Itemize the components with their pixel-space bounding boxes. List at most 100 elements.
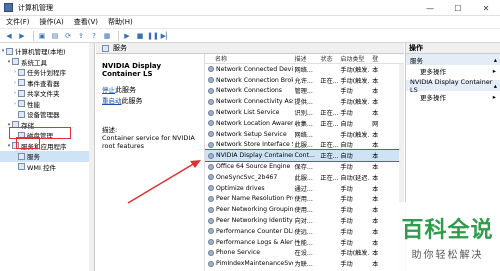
refresh-icon[interactable]: ⟳ — [63, 31, 73, 41]
actions-section-nvidia[interactable]: NVIDIA Display Container LS ▴ — [406, 78, 500, 94]
service-startup-type-cell: 手动 — [340, 207, 353, 215]
service-description-cell: 允许... — [294, 77, 313, 85]
column-header-startup-type[interactable]: 启动类型 — [338, 54, 370, 63]
service-startup-type-cell: 手动(触发... — [340, 99, 371, 107]
export-icon[interactable]: ⇪ — [76, 31, 86, 41]
service-gear-icon — [208, 98, 214, 105]
menu-file[interactable]: 文件(F) — [6, 17, 30, 27]
service-gear-icon — [208, 77, 214, 84]
minimize-button[interactable]: — — [416, 0, 444, 16]
tree-item-label: 性能 — [27, 100, 40, 109]
toolbar-separator — [33, 30, 34, 41]
table-row[interactable]: Network Connections 管理... 手动本 — [205, 86, 404, 97]
table-row[interactable]: Performance Counter DLL ...使远...手动本 — [205, 226, 404, 237]
actions-section-services[interactable]: 服务 ▴ — [406, 54, 500, 65]
up-icon[interactable]: ▣ — [37, 31, 47, 41]
table-row[interactable]: NVIDIA Display Container LSCont... 正在...自… — [205, 149, 404, 163]
service-description-cell: 此服... — [294, 174, 313, 182]
menu-action[interactable]: 操作(A) — [40, 17, 64, 27]
table-row[interactable]: Network Connection Broker 允许... 正在... 手动(触发… — [205, 75, 404, 86]
tree-item-device-manager[interactable]: 设备管理器 — [0, 109, 94, 120]
help-icon[interactable]: ? — [89, 31, 99, 41]
start-service-icon[interactable]: ▶ — [122, 31, 132, 41]
table-row[interactable]: Optimize drives 通过... 手动本 — [205, 183, 404, 194]
restart-service-icon[interactable]: ▶▏ — [161, 31, 172, 41]
menu-view[interactable]: 查看(V) — [74, 17, 98, 27]
table-row[interactable]: Performance Logs & Alerts 性能... 手动本 — [205, 237, 404, 248]
service-startup-type-cell: 手动(触发... — [340, 66, 371, 74]
table-row[interactable]: Network Store Interface Se...此服... 正在...自… — [205, 140, 404, 151]
service-name: Network Connectivity Assis... — [216, 98, 293, 106]
table-row[interactable]: Network Connectivity Assis...提供... 手动(触发.… — [205, 96, 404, 107]
service-gear-icon — [208, 239, 214, 246]
chevron-right-icon: ▸ — [492, 66, 496, 75]
column-header-status[interactable]: 状态 — [318, 54, 338, 63]
show-hide-tree-icon[interactable]: ▤ — [50, 31, 60, 41]
service-name-cell: Network Connectivity Assis... — [205, 98, 293, 105]
pause-service-icon[interactable]: ❚❚ — [147, 31, 159, 41]
properties-icon[interactable]: ▦ — [102, 31, 112, 41]
service-startup-type-cell: 手动 — [340, 239, 353, 247]
service-name-cell: OneSyncSvc_2b467 — [205, 174, 293, 181]
more-actions-services[interactable]: 更多操作 ▸ — [406, 65, 500, 76]
back-icon[interactable]: ◀ — [4, 31, 14, 41]
collapse-icon[interactable]: ▴ — [494, 82, 497, 90]
service-name-cell: Network Store Interface Se... — [205, 141, 293, 148]
table-row[interactable]: Peer Name Resolution Pro...使用...手动本 — [205, 194, 404, 205]
tools-icon — [12, 58, 19, 66]
restart-service-link[interactable]: 重启动 — [102, 97, 122, 105]
services-panel-title: 服务 — [113, 44, 127, 52]
tree-item-shared-folders[interactable]: › 共享文件夹 — [0, 88, 94, 99]
maximize-button[interactable]: ☐ — [444, 0, 472, 16]
service-name-cell: NVIDIA Display Container LS — [205, 152, 293, 159]
service-description-cell: 通过... — [294, 185, 313, 193]
service-name-cell: Peer Name Resolution Pro... — [205, 195, 293, 202]
tree-item-label: 服务 — [27, 153, 40, 162]
tree-item-services[interactable]: 服务 — [0, 151, 94, 162]
watermark-title: 百科全说 — [401, 218, 494, 243]
table-row[interactable]: Phone Service 在设... 手动(触发... 本 — [205, 248, 404, 259]
close-button[interactable]: ✕ — [472, 0, 500, 16]
tree-scrollbar[interactable] — [89, 43, 94, 271]
tree-item-performance[interactable]: › 性能 — [0, 99, 94, 110]
column-header-logon[interactable]: 登 — [370, 54, 404, 63]
service-description-cell: 在设... — [294, 250, 313, 258]
table-row[interactable]: Office 64 Source Engine 保存... 手动本 — [205, 161, 404, 172]
service-name: Network Connections — [216, 87, 283, 95]
table-row[interactable]: PimIndexMaintenanceSvc_...为联...手动本 — [205, 258, 404, 269]
collapse-icon[interactable]: ▴ — [494, 56, 497, 64]
table-row[interactable]: Peer Networking Grouping 使用... 手动本 — [205, 204, 404, 215]
service-description-cell: 网络... — [294, 66, 313, 74]
table-row[interactable]: Network Setup Service 网络... 手动(触发... 本 — [205, 129, 404, 140]
service-gear-icon — [208, 217, 214, 224]
table-row[interactable]: Peer Networking Identity ... 向对... 手动本 — [205, 215, 404, 226]
table-row[interactable]: OneSyncSvc_2b467 此服... 正在... 自动(延迟... 本 — [205, 172, 404, 183]
service-name: Network Location Awarene... — [216, 119, 293, 127]
stop-service-link[interactable]: 停止 — [102, 86, 115, 94]
menu-help[interactable]: 帮助(H) — [108, 17, 133, 27]
highlight-box-services — [16, 137, 40, 149]
tree-item-system-tools[interactable]: ▾ 系统工具 — [0, 57, 94, 68]
column-header-name[interactable]: 名称 — [205, 54, 293, 63]
tree-item-wmi-control[interactable]: WMI 控件 — [0, 162, 94, 173]
more-actions-label: 更多操作 — [420, 93, 446, 102]
tree-item-computer-management[interactable]: ▾ 计算机管理(本地) — [0, 46, 94, 57]
column-header-description[interactable]: 描述 — [293, 54, 319, 63]
service-name: Performance Counter DLL ... — [216, 227, 293, 235]
tree-item-services-and-applications[interactable]: ▾ 服务和应用程序 — [0, 141, 94, 152]
tree-item-task-scheduler[interactable]: › 任务计划程序 — [0, 67, 94, 78]
service-name: Network List Service — [216, 109, 280, 117]
services-panel: 服务 NVIDIA Display Container LS 停止此服务 重启动… — [96, 43, 404, 271]
service-name-cell: Phone Service — [205, 249, 293, 256]
service-name-cell: Network Connections — [205, 87, 293, 94]
forward-icon[interactable]: ▶ — [17, 31, 27, 41]
chevron-right-icon: ▸ — [492, 92, 496, 101]
tree-item-event-viewer[interactable]: › 事件查看器 — [0, 78, 94, 89]
table-row[interactable]: Network Location Awarene...收集...正在...自动网 — [205, 118, 404, 129]
window-title: 计算机管理 — [18, 3, 53, 12]
service-startup-type-cell: 手动(触发... — [340, 131, 371, 139]
table-row[interactable]: Network List Service 识别... 正在... 手动本 — [205, 107, 404, 118]
table-row[interactable]: Network Connected Devic...网络...手动(触发...本 — [205, 64, 404, 75]
stop-service-icon[interactable]: ■ — [135, 31, 145, 41]
service-detail-pane: NVIDIA Display Container LS 停止此服务 重启动此服务… — [96, 54, 204, 271]
